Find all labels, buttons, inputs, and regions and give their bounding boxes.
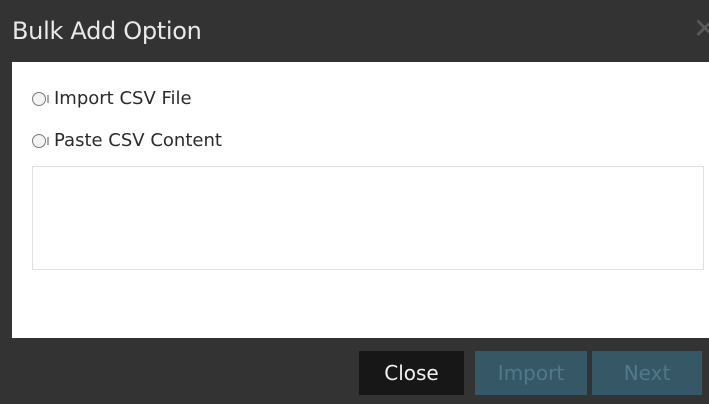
- option-paste-csv-content[interactable]: Paste CSV Content: [32, 128, 222, 154]
- radio-button-icon[interactable]: [32, 134, 46, 148]
- close-icon[interactable]: ✕: [693, 12, 709, 46]
- radio-tick-icon: [47, 95, 49, 103]
- dialog-title: Bulk Add Option: [12, 17, 202, 45]
- import-button[interactable]: Import: [475, 351, 587, 395]
- csv-content-textarea[interactable]: [32, 166, 704, 270]
- option-import-csv-file[interactable]: Import CSV File: [32, 86, 192, 112]
- dialog-titlebar: Bulk Add Option ✕: [0, 0, 709, 62]
- option-label: Paste CSV Content: [54, 130, 222, 151]
- option-label: Import CSV File: [54, 88, 192, 109]
- close-button[interactable]: Close: [359, 351, 464, 395]
- radio-tick-icon: [47, 137, 49, 145]
- dialog-body: Import CSV File Paste CSV Content: [12, 62, 709, 338]
- radio-button-icon[interactable]: [32, 92, 46, 106]
- dialog-footer: Close Import Next: [0, 338, 709, 404]
- next-button[interactable]: Next: [592, 351, 702, 395]
- bulk-add-option-dialog: Bulk Add Option ✕ Import CSV File Paste …: [0, 0, 709, 404]
